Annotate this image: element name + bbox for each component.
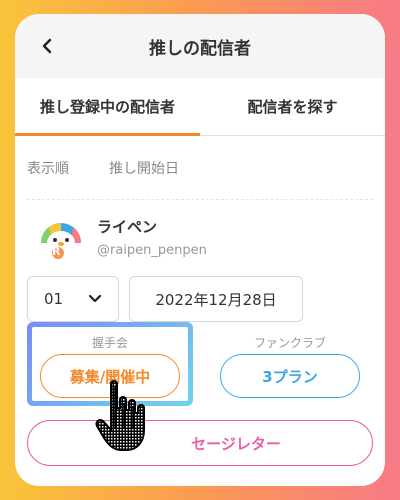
fanclub-plans-button[interactable]: 3プラン xyxy=(220,354,360,398)
plans-section: 握手会 募集/開催中 ファンクラブ 3プラン xyxy=(15,322,385,414)
start-date-field[interactable]: 2022年12月28日 xyxy=(129,276,303,322)
tab-find-streamers[interactable]: 配信者を探す xyxy=(200,78,385,135)
voice-message-letter-button[interactable]: セージレター xyxy=(27,420,373,466)
streamer-row: R ライペン @raipen_penpen xyxy=(15,200,385,274)
fanclub-plan: ファンクラブ xyxy=(220,334,360,351)
sort-bar: 表示順 推し開始日 xyxy=(27,136,373,200)
chevron-left-icon xyxy=(42,38,52,54)
app-bar: 推しの配信者 xyxy=(15,14,385,78)
avatar-letter: R xyxy=(52,245,61,258)
fanclub-label: ファンクラブ xyxy=(253,336,326,350)
page-title: 推しの配信者 xyxy=(149,38,251,59)
streamer-handle: @raipen_penpen xyxy=(97,243,207,258)
voice-message-letter-label: セージレター xyxy=(191,434,281,453)
controls-row: 01 2022年12月28日 xyxy=(15,276,385,324)
tab-registered-streamers[interactable]: 推し登録中の配信者 xyxy=(15,78,200,136)
back-button[interactable] xyxy=(33,32,61,60)
phone-screen: 推しの配信者 推し登録中の配信者 配信者を探す 表示順 推し開始日 R ライペン xyxy=(15,14,385,486)
streamer-info: ライペン @raipen_penpen xyxy=(97,216,207,258)
sort-display-order[interactable]: 表示順 xyxy=(27,158,69,178)
sort-start-date[interactable]: 推し開始日 xyxy=(109,158,179,178)
tab-bar: 推し登録中の配信者 配信者を探す xyxy=(15,78,385,136)
start-date-value: 2022年12月28日 xyxy=(155,290,277,309)
handshake-label: 握手会 xyxy=(91,336,128,350)
fanclub-button-label: 3プラン xyxy=(262,367,318,386)
hand-pointer-cursor-icon xyxy=(95,380,145,451)
avatar[interactable]: R xyxy=(37,213,85,261)
penguin-avatar-icon xyxy=(41,223,81,259)
streamer-name: ライペン xyxy=(97,218,158,236)
order-select-value: 01 xyxy=(44,290,64,308)
chevron-down-icon xyxy=(88,294,102,303)
order-select[interactable]: 01 xyxy=(27,276,119,322)
handshake-plan: 握手会 xyxy=(27,334,193,351)
